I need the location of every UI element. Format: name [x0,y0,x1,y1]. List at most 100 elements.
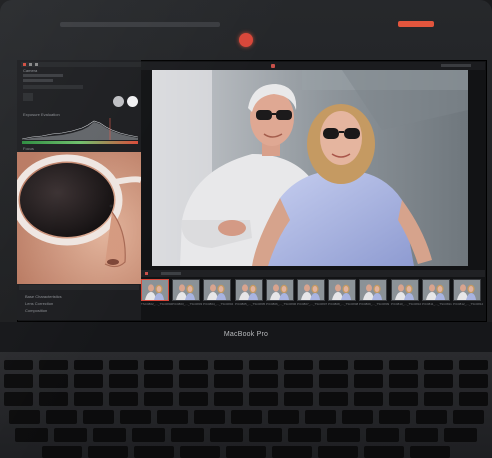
keyboard-key[interactable] [405,428,438,442]
keyboard-key[interactable] [284,374,313,388]
exposure-slider[interactable] [22,141,138,144]
filmstrip-sort[interactable] [161,272,181,275]
tool-tabs[interactable] [21,62,141,67]
keyboard-key[interactable] [74,392,103,406]
camera-field[interactable] [23,74,63,77]
toolbar-record-icon[interactable] [271,64,275,68]
keyboard-key[interactable] [366,428,399,442]
keyboard-key[interactable] [305,410,336,424]
keyboard-key[interactable] [416,410,447,424]
filmstrip-thumbnail[interactable] [453,279,481,301]
filmstrip-thumbnail[interactable] [203,279,231,301]
filmstrip-thumbnail[interactable] [328,279,356,301]
keyboard-key[interactable] [327,428,360,442]
main-viewer[interactable] [152,70,468,266]
keyboard-key[interactable] [134,446,174,458]
keyboard-key[interactable] [319,374,348,388]
keyboard-key[interactable] [144,374,173,388]
keyboard-key[interactable] [42,446,82,458]
color-picker-icon[interactable] [127,96,138,107]
filmstrip-thumbnail[interactable] [266,279,294,301]
keyboard-key[interactable] [389,392,418,406]
keyboard-key[interactable] [231,410,262,424]
keyboard-key[interactable] [210,428,243,442]
keyboard-key[interactable] [109,360,138,370]
filmstrip-thumbnail[interactable] [422,279,450,301]
filmstrip-thumbnail[interactable] [235,279,263,301]
keyboard-key[interactable] [459,360,488,370]
keyboard-key[interactable] [132,428,165,442]
tool-list-header[interactable] [19,285,139,290]
keyboard-key[interactable] [319,360,348,370]
keyboard-key[interactable] [180,446,220,458]
tool-item[interactable]: Composition [25,308,47,313]
tab-color-icon[interactable] [35,63,38,66]
keyboard-key[interactable] [354,374,383,388]
keyboard-key[interactable] [424,374,453,388]
filmstrip-toolbar[interactable] [141,270,485,277]
keyboard-key[interactable] [194,410,225,424]
keyboard-key[interactable] [249,392,278,406]
keyboard-key[interactable] [284,360,313,370]
keyboard-key[interactable] [444,428,477,442]
keyboard-key[interactable] [171,428,204,442]
keyboard-key[interactable] [342,410,373,424]
filmstrip-thumbnail[interactable] [391,279,419,301]
keyboard-key[interactable] [226,446,266,458]
keyboard-key[interactable] [4,392,33,406]
keyboard-key[interactable] [144,360,173,370]
keyboard-key[interactable] [54,428,87,442]
keyboard-key[interactable] [88,446,128,458]
keyboard-key[interactable] [318,446,358,458]
keyboard-key[interactable] [249,428,282,442]
filmstrip-thumbnail[interactable] [172,279,200,301]
filmstrip-thumbnail[interactable] [359,279,387,301]
keyboard-key[interactable] [459,392,488,406]
keyboard-key[interactable] [74,360,103,370]
keyboard-key[interactable] [109,392,138,406]
toolbar-controls[interactable] [441,64,471,67]
keyboard-key[interactable] [214,392,243,406]
tool-item[interactable]: Lens Correction [25,301,53,306]
keyboard-key[interactable] [364,446,404,458]
keyboard-key[interactable] [410,446,450,458]
filmstrip-thumbnail[interactable] [141,279,169,301]
keyboard-key[interactable] [179,392,208,406]
white-balance-picker-icon[interactable] [113,96,124,107]
keyboard-key[interactable] [272,446,312,458]
tool-item[interactable]: Base Characteristics [25,294,62,299]
keyboard-key[interactable] [284,392,313,406]
keyboard-key[interactable] [453,410,484,424]
camera-field[interactable] [23,79,53,82]
keyboard-key[interactable] [249,360,278,370]
keyboard-key[interactable] [4,360,33,370]
keyboard-key[interactable] [459,374,488,388]
keyboard-key[interactable] [214,374,243,388]
keyboard-key[interactable] [249,374,278,388]
keyboard-key[interactable] [120,410,151,424]
keyboard-key[interactable] [39,374,68,388]
keyboard-key[interactable] [389,360,418,370]
keyboard-key[interactable] [379,410,410,424]
keyboard-key[interactable] [268,410,299,424]
keyboard-key[interactable] [389,374,418,388]
keyboard-key[interactable] [83,410,114,424]
keyboard-key[interactable] [319,392,348,406]
keyboard-key[interactable] [354,360,383,370]
keyboard-key[interactable] [93,428,126,442]
keyboard-key[interactable] [157,410,188,424]
keyboard-key[interactable] [144,392,173,406]
keyboard-key[interactable] [15,428,48,442]
keyboard-key[interactable] [39,360,68,370]
tab-camera-icon[interactable] [23,63,26,66]
filmstrip-icon[interactable] [145,272,148,275]
keyboard-key[interactable] [109,374,138,388]
tab-lens-icon[interactable] [29,63,32,66]
keyboard-key[interactable] [74,374,103,388]
keyboard-key[interactable] [9,410,40,424]
keyboard-key[interactable] [46,410,77,424]
keyboard-key[interactable] [39,392,68,406]
keyboard-key[interactable] [214,360,243,370]
keyboard-key[interactable] [424,392,453,406]
keyboard-key[interactable] [354,392,383,406]
